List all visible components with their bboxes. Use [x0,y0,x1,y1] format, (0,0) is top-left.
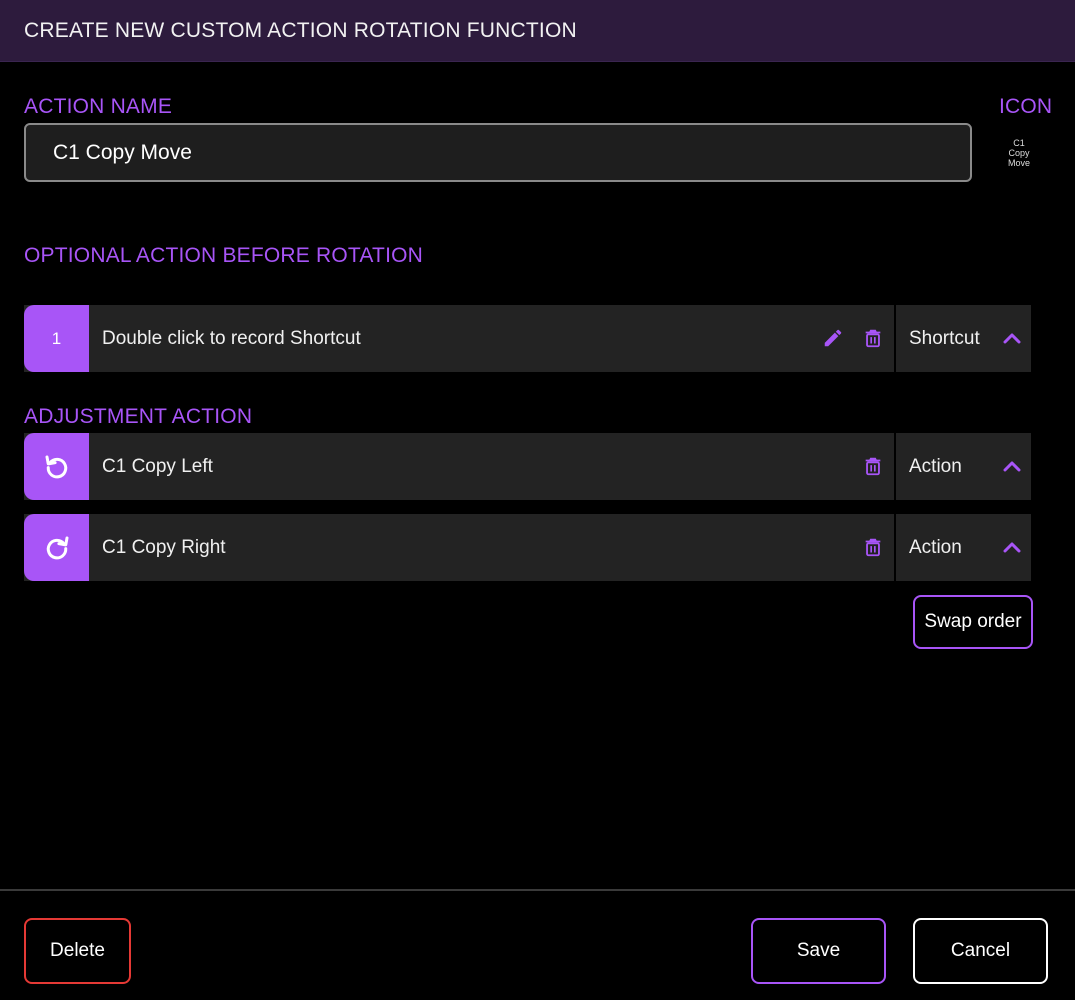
rotate-right-icon [46,536,68,559]
rotate-left-icon [45,455,67,478]
swap-order-button[interactable]: Swap order [913,595,1033,649]
icon-preview[interactable]: C1 Copy Move [999,138,1039,168]
icon-preview-line: Copy [1008,148,1030,158]
action-name-label: ACTION NAME [24,95,173,118]
pencil-icon[interactable] [822,327,844,349]
dialog-title: CREATE NEW CUSTOM ACTION ROTATION FUNCTI… [24,19,577,42]
type-select-value: Action [909,456,962,477]
chevron-up-icon [1003,542,1021,553]
rotate-right-badge [24,514,89,581]
rotate-left-badge [24,433,89,500]
trash-icon[interactable] [862,327,884,349]
type-select-value: Action [909,537,962,558]
action-name-input[interactable] [24,123,972,182]
save-button[interactable]: Save [751,918,886,984]
adjustment-action-text: C1 Copy Right [102,537,226,558]
action-type-select[interactable]: Action [896,433,1031,500]
icon-preview-line: C1 [1013,138,1025,148]
action-type-select[interactable]: Action [896,514,1031,581]
footer-divider [0,889,1075,891]
adjustment-action-label: ADJUSTMENT ACTION [24,405,253,428]
optional-action-label: OPTIONAL ACTION BEFORE ROTATION [24,244,424,267]
cancel-button[interactable]: Cancel [913,918,1048,984]
chevron-up-icon [1003,333,1021,344]
shortcut-record-text: Double click to record Shortcut [102,328,361,349]
adjustment-row-right[interactable]: C1 Copy Right [24,514,894,581]
trash-icon[interactable] [862,536,884,558]
adjustment-action-text: C1 Copy Left [102,456,213,477]
chevron-up-icon [1003,461,1021,472]
shortcut-type-select[interactable]: Shortcut [896,305,1031,372]
type-select-value: Shortcut [909,328,980,349]
icon-preview-line: Move [1007,158,1030,168]
step-number-badge: 1 [24,305,89,372]
adjustment-row-left[interactable]: C1 Copy Left [24,433,894,500]
dialog-header: CREATE NEW CUSTOM ACTION ROTATION FUNCTI… [0,0,1075,62]
delete-button[interactable]: Delete [24,918,131,984]
icon-label: ICON [999,95,1053,118]
optional-action-row[interactable]: 1 Double click to record Shortcut [24,305,894,372]
trash-icon[interactable] [862,455,884,477]
